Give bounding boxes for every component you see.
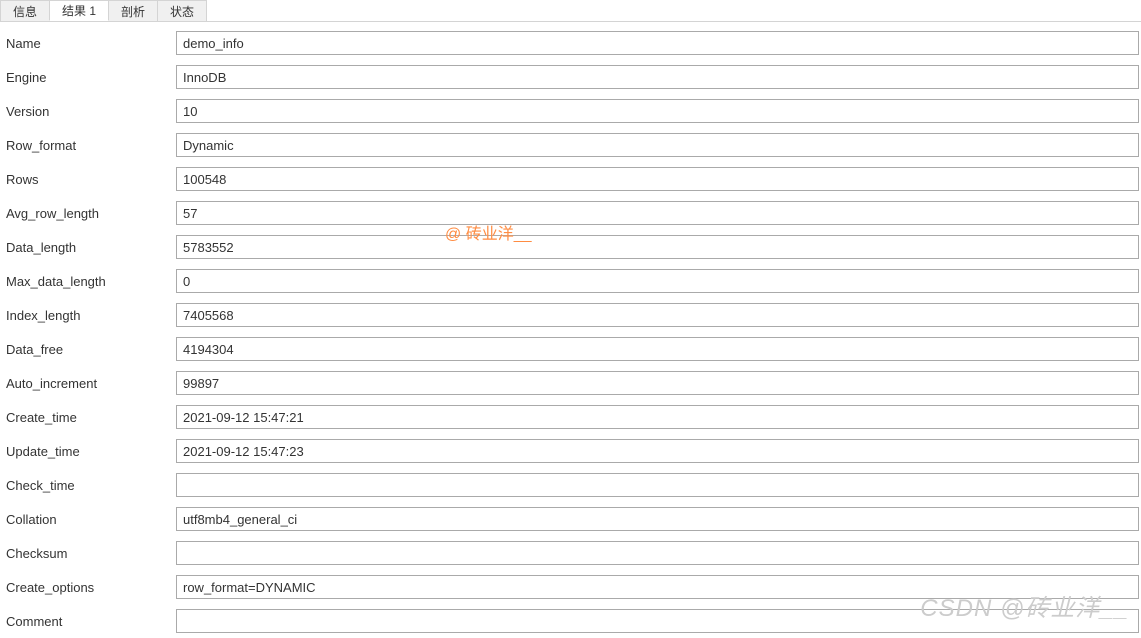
label-update-time: Update_time — [4, 444, 176, 459]
row-version: Version — [4, 94, 1141, 128]
input-update-time[interactable] — [176, 439, 1139, 463]
input-create-options[interactable] — [176, 575, 1139, 599]
row-max-data-length: Max_data_length — [4, 264, 1141, 298]
label-data-length: Data_length — [4, 240, 176, 255]
row-create-options: Create_options — [4, 570, 1141, 604]
row-checksum: Checksum — [4, 536, 1141, 570]
form-area: Name Engine Version Row_format Rows Avg_… — [0, 22, 1141, 638]
input-rows[interactable] — [176, 167, 1139, 191]
row-update-time: Update_time — [4, 434, 1141, 468]
row-create-time: Create_time — [4, 400, 1141, 434]
row-data-free: Data_free — [4, 332, 1141, 366]
row-auto-increment: Auto_increment — [4, 366, 1141, 400]
row-name: Name — [4, 26, 1141, 60]
tab-info[interactable]: 信息 — [0, 0, 50, 21]
row-check-time: Check_time — [4, 468, 1141, 502]
label-row-format: Row_format — [4, 138, 176, 153]
row-index-length: Index_length — [4, 298, 1141, 332]
label-comment: Comment — [4, 614, 176, 629]
label-engine: Engine — [4, 70, 176, 85]
label-max-data-length: Max_data_length — [4, 274, 176, 289]
label-data-free: Data_free — [4, 342, 176, 357]
label-avg-row-length: Avg_row_length — [4, 206, 176, 221]
tab-status[interactable]: 状态 — [157, 0, 207, 21]
row-data-length: Data_length — [4, 230, 1141, 264]
tab-result1[interactable]: 结果 1 — [49, 0, 109, 21]
input-collation[interactable] — [176, 507, 1139, 531]
input-engine[interactable] — [176, 65, 1139, 89]
input-auto-increment[interactable] — [176, 371, 1139, 395]
label-checksum: Checksum — [4, 546, 176, 561]
tabs-bar: 信息 结果 1 剖析 状态 — [0, 0, 1141, 22]
input-name[interactable] — [176, 31, 1139, 55]
input-data-free[interactable] — [176, 337, 1139, 361]
input-avg-row-length[interactable] — [176, 201, 1139, 225]
tab-analysis[interactable]: 剖析 — [108, 0, 158, 21]
label-version: Version — [4, 104, 176, 119]
input-check-time[interactable] — [176, 473, 1139, 497]
input-max-data-length[interactable] — [176, 269, 1139, 293]
label-check-time: Check_time — [4, 478, 176, 493]
row-comment: Comment — [4, 604, 1141, 638]
input-comment[interactable] — [176, 609, 1139, 633]
input-create-time[interactable] — [176, 405, 1139, 429]
label-name: Name — [4, 36, 176, 51]
row-collation: Collation — [4, 502, 1141, 536]
label-create-time: Create_time — [4, 410, 176, 425]
row-row-format: Row_format — [4, 128, 1141, 162]
label-auto-increment: Auto_increment — [4, 376, 176, 391]
label-create-options: Create_options — [4, 580, 176, 595]
input-checksum[interactable] — [176, 541, 1139, 565]
label-rows: Rows — [4, 172, 176, 187]
input-data-length[interactable] — [176, 235, 1139, 259]
label-index-length: Index_length — [4, 308, 176, 323]
row-engine: Engine — [4, 60, 1141, 94]
input-index-length[interactable] — [176, 303, 1139, 327]
label-collation: Collation — [4, 512, 176, 527]
input-row-format[interactable] — [176, 133, 1139, 157]
row-rows: Rows — [4, 162, 1141, 196]
row-avg-row-length: Avg_row_length — [4, 196, 1141, 230]
input-version[interactable] — [176, 99, 1139, 123]
